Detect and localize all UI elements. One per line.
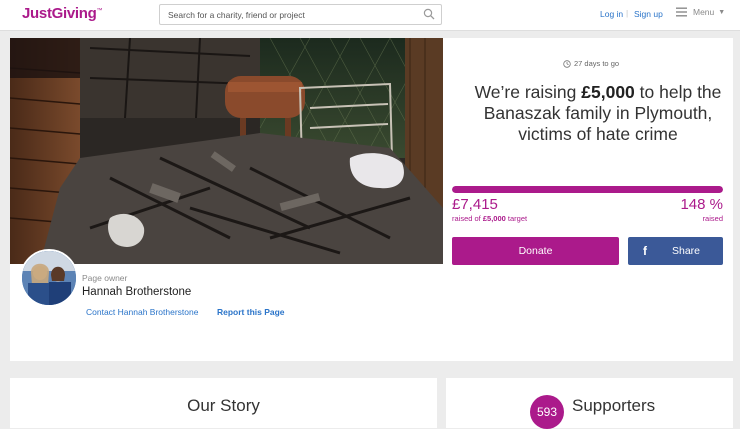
days-left-text: 27 days to go (574, 59, 620, 68)
fundraiser-headline: We’re raising £5,000 to help the Banasza… (466, 82, 730, 145)
report-page-link[interactable]: Report this Page (217, 307, 285, 317)
fundraising-progress-fill (452, 186, 723, 193)
justgiving-logo[interactable]: JustGiving™ (22, 5, 103, 22)
menu-label[interactable]: Menu (693, 7, 714, 17)
our-story-heading: Our Story (187, 396, 260, 415)
raised-target-amount: £5,000 (482, 214, 506, 223)
search-input[interactable] (160, 5, 418, 24)
nav-separator: | (626, 8, 629, 18)
hero-photo-illustration (10, 38, 443, 264)
fundraising-card: Page owner Hannah Brotherstone Contact H… (10, 38, 733, 361)
menu-button[interactable]: Menu ▼ (676, 7, 725, 17)
login-link[interactable]: Log in (600, 9, 623, 19)
donate-button[interactable]: Donate (452, 237, 619, 265)
raised-target-suffix: target (505, 214, 528, 223)
our-story-card: Our Story (10, 378, 437, 428)
logo-text[interactable]: JustGiving (22, 5, 97, 22)
hamburger-menu-icon[interactable] (676, 7, 687, 17)
supporters-count-badge: 593 (530, 395, 564, 429)
donate-label[interactable]: Donate (519, 245, 553, 257)
fundraising-progress-bar (452, 186, 723, 193)
logo-trademark: ™ (96, 8, 103, 14)
clock-icon (563, 59, 571, 68)
raised-target-prefix: raised of (452, 214, 483, 223)
supporters-card: 593 Supporters (446, 378, 733, 429)
owner-avatar (20, 249, 78, 307)
supporters-heading: Supporters (572, 396, 656, 415)
page-owner-name: Hannah Brotherstone (82, 286, 192, 298)
signup-link[interactable]: Sign up (634, 9, 663, 19)
contact-owner-link[interactable]: Contact Hannah Brotherstone (86, 307, 198, 317)
search-box[interactable] (159, 4, 442, 25)
raised-percent-label: raised (702, 214, 723, 223)
top-bar: JustGiving™ Log in | Sign up Menu ▼ (0, 0, 740, 31)
headline-prefix: We’re raising (474, 82, 582, 102)
fundraiser-hero-image (10, 38, 443, 264)
owner-avatar-illustration (22, 251, 76, 305)
caret-down-icon[interactable]: ▼ (718, 9, 725, 16)
days-left: 27 days to go (563, 59, 619, 68)
headline-amount: £5,000 (581, 82, 635, 102)
page-owner-label: Page owner (82, 273, 128, 283)
facebook-icon[interactable]: f (639, 244, 651, 258)
raised-amount: £7,415 (452, 196, 498, 213)
facebook-share-button[interactable]: f Share (628, 237, 723, 265)
raised-target: raised of £5,000 target (452, 214, 527, 223)
raised-percent: 148 % (680, 196, 723, 213)
search-icon[interactable] (423, 8, 435, 20)
share-label[interactable]: Share (672, 245, 700, 257)
